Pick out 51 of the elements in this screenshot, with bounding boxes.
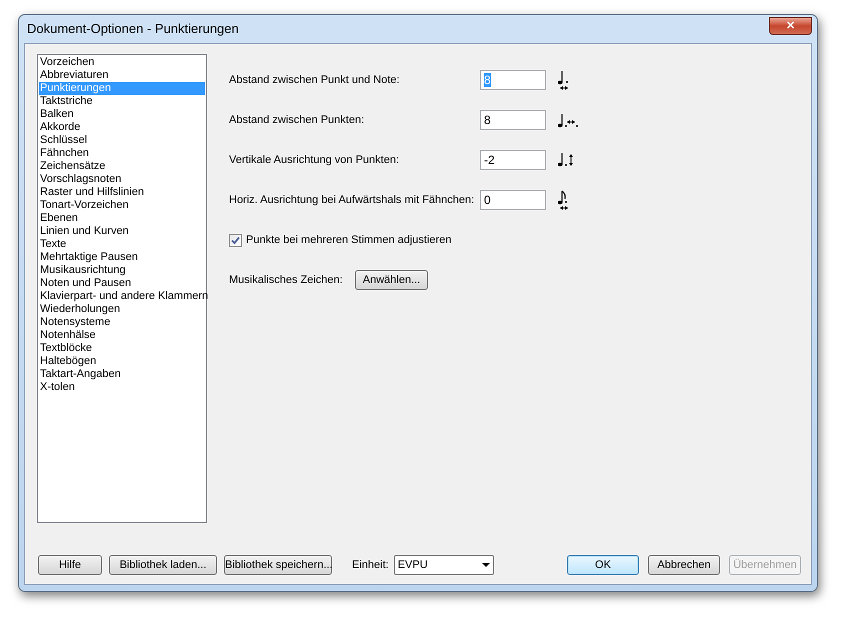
category-item[interactable]: Taktstriche [39, 95, 205, 108]
category-item[interactable]: Schlüssel [39, 134, 205, 147]
dialog-button[interactable]: OK [567, 555, 639, 575]
category-item[interactable]: Taktart-Angaben [39, 368, 205, 381]
double-dotted-note-icon [558, 112, 579, 128]
dialog-button[interactable]: Bibliothek speichern... [224, 555, 332, 575]
window-title: Dokument-Optionen - Punktierungen [26, 20, 239, 38]
dialog-button[interactable]: Anwählen... [355, 270, 428, 290]
unit-dropdown[interactable]: EVPU [394, 555, 494, 575]
checkbox-label: Punkte bei mehreren Stimmen adjustieren [246, 232, 452, 248]
category-item[interactable]: Haltebögen [39, 355, 205, 368]
category-item[interactable]: Musikausrichtung [39, 264, 205, 277]
category-item[interactable]: Notensysteme [39, 316, 205, 329]
category-item[interactable]: Noten und Pausen [39, 277, 205, 290]
category-item[interactable]: Mehrtaktige Pausen [39, 251, 205, 264]
symbol-label: Musikalisches Zeichen: [229, 272, 344, 288]
category-item[interactable]: Raster und Hilfslinien [39, 186, 205, 199]
number-field[interactable]: 8 [480, 110, 546, 130]
flagged-note-icon [558, 190, 570, 210]
unit-label: Einheit: [352, 558, 389, 573]
category-item[interactable]: Vorzeichen [39, 56, 205, 69]
category-item[interactable]: Fähnchen [39, 147, 205, 160]
category-item[interactable]: Klavierpart- und andere Klammern [39, 290, 205, 303]
category-item[interactable]: Wiederholungen [39, 303, 205, 316]
dialog-button[interactable]: Hilfe [38, 555, 102, 575]
category-item[interactable]: Akkorde [39, 121, 205, 134]
field-label: Abstand zwischen Punkten: [229, 112, 366, 128]
category-item[interactable]: Ebenen [39, 212, 205, 225]
category-item[interactable]: Textblöcke [39, 342, 205, 355]
number-field[interactable]: -2 [480, 150, 546, 170]
dialog-button[interactable]: Bibliothek laden... [109, 555, 217, 575]
category-item[interactable]: Notenhälse [39, 329, 205, 342]
category-item[interactable]: Abbreviaturen [39, 69, 205, 82]
field-label: Horiz. Ausrichtung bei Aufwärtshals mit Fähnchen: [229, 192, 476, 208]
dropdown-caret-icon [482, 563, 490, 567]
field-label: Abstand zwischen Punkt und Note: [229, 72, 401, 88]
field-label: Vertikale Ausrichtung von Punkten: [229, 152, 400, 168]
category-item[interactable]: Tonart-Vorzeichen [39, 199, 205, 212]
category-item[interactable]: Vorschlagsnoten [39, 173, 205, 186]
close-button[interactable]: ✕ [769, 17, 812, 35]
category-item[interactable]: Balken [39, 108, 205, 121]
number-field[interactable]: 0 [480, 190, 546, 210]
dotted-note-gap-icon [558, 70, 570, 90]
dotted-note-vertical-icon [558, 152, 573, 168]
category-item[interactable]: X-tolen [39, 381, 205, 394]
category-item[interactable]: Texte [39, 238, 205, 251]
dialog-button[interactable]: Abbrechen [648, 555, 720, 575]
category-item[interactable]: Zeichensätze [39, 160, 205, 173]
checkbox[interactable] [229, 234, 242, 246]
category-item[interactable]: Linien und Kurven [39, 225, 205, 238]
checkmark-icon [231, 236, 240, 244]
